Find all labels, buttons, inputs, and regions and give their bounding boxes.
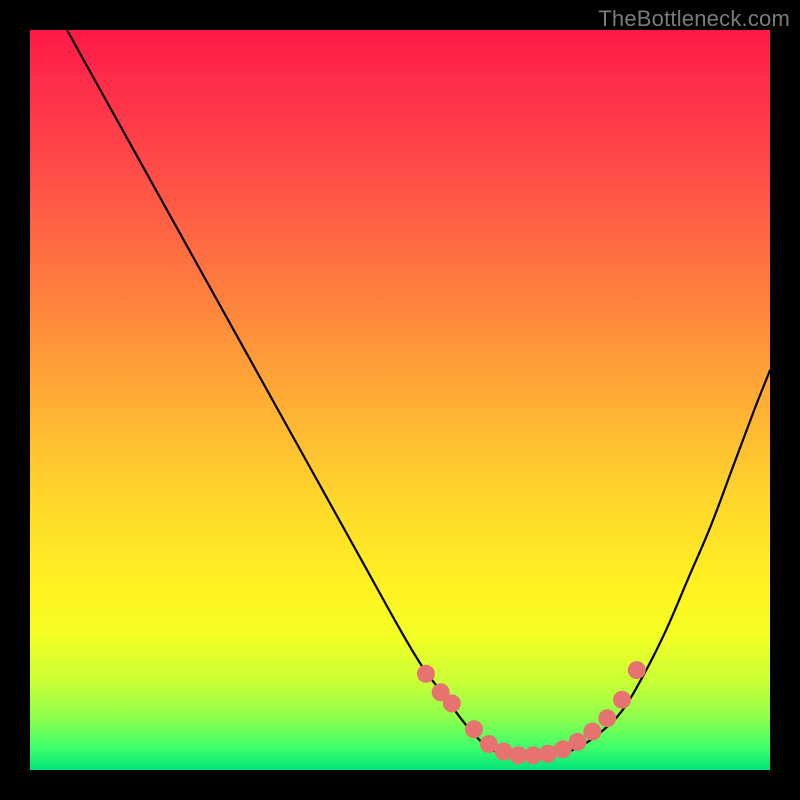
curve-marker <box>465 720 483 738</box>
curve-marker <box>628 661 646 679</box>
watermark-text: TheBottleneck.com <box>598 6 790 32</box>
plot-area <box>30 30 770 770</box>
curve-layer <box>30 30 770 770</box>
marker-group <box>417 661 646 764</box>
curve-marker <box>443 694 461 712</box>
curve-marker <box>583 723 601 741</box>
curve-marker <box>417 665 435 683</box>
chart-stage: TheBottleneck.com <box>0 0 800 800</box>
curve-marker <box>613 691 631 709</box>
bottleneck-curve <box>67 30 770 756</box>
curve-marker <box>598 709 616 727</box>
curve-marker <box>569 733 587 751</box>
